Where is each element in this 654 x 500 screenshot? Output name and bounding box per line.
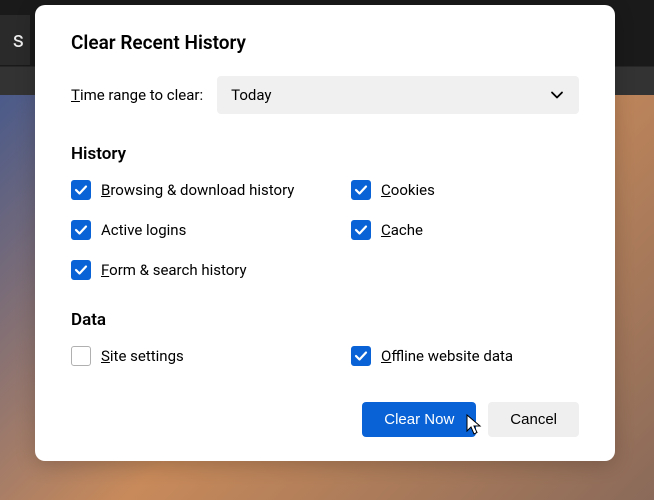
checkbox-label-cache: Cache — [381, 221, 423, 239]
checkbox-label-site: Site settings — [101, 347, 184, 365]
checkbox-logins[interactable] — [71, 220, 91, 240]
data-section-title: Data — [71, 310, 579, 330]
checkbox-label-cookies: Cookies — [381, 181, 435, 199]
checkbox-item-cache[interactable]: Cache — [351, 220, 579, 240]
checkbox-cache[interactable] — [351, 220, 371, 240]
checkbox-item-browsing[interactable]: Browsing & download history — [71, 180, 351, 200]
checkbox-label-browsing: Browsing & download history — [101, 181, 294, 199]
clear-now-button[interactable]: Clear Now — [362, 402, 476, 437]
checkbox-form[interactable] — [71, 260, 91, 280]
cancel-button[interactable]: Cancel — [488, 402, 579, 437]
checkbox-item-site[interactable]: Site settings — [71, 346, 351, 366]
cursor-icon — [466, 414, 484, 436]
checkbox-label-logins: Active logins — [101, 221, 186, 239]
checkbox-item-cookies[interactable]: Cookies — [351, 180, 579, 200]
checkbox-item-offline[interactable]: Offline website data — [351, 346, 579, 366]
history-section-title: History — [71, 144, 579, 164]
checkbox-site[interactable] — [71, 346, 91, 366]
checkbox-item-logins[interactable]: Active logins — [71, 220, 351, 240]
checkbox-offline[interactable] — [351, 346, 371, 366]
checkbox-browsing[interactable] — [71, 180, 91, 200]
time-range-select[interactable]: Today — [217, 76, 579, 114]
time-range-value: Today — [231, 86, 271, 104]
time-range-label: Time range to clear: — [71, 86, 203, 104]
checkbox-item-form[interactable]: Form & search history — [71, 260, 351, 280]
background-fragment: s — [0, 15, 30, 65]
dialog-title: Clear Recent History — [71, 31, 579, 54]
checkbox-label-offline: Offline website data — [381, 347, 513, 365]
checkbox-label-form: Form & search history — [101, 261, 247, 279]
clear-history-dialog: Clear Recent History Time range to clear… — [35, 5, 615, 461]
checkbox-cookies[interactable] — [351, 180, 371, 200]
chevron-down-icon — [549, 87, 565, 103]
